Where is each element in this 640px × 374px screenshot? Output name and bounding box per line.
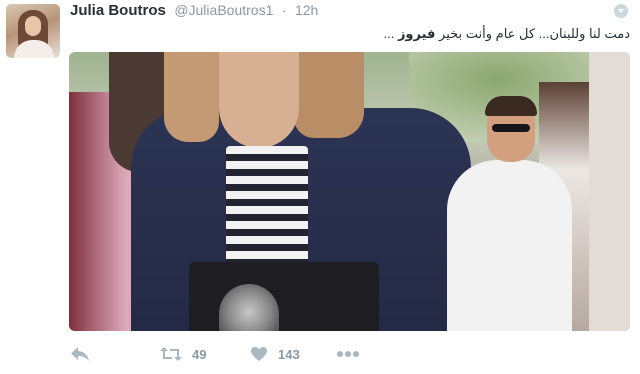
like-button[interactable]: 143 (250, 344, 300, 364)
author-handle[interactable]: @JuliaBoutros1 (174, 2, 273, 18)
reply-button[interactable] (70, 344, 90, 364)
photo-man-hair (485, 96, 537, 116)
tweet-photo[interactable] (69, 52, 630, 331)
tweet-text-end: ... (383, 26, 398, 41)
photo-hair-right (294, 52, 364, 138)
retweet-count: 49 (192, 346, 207, 362)
photo-neck (219, 52, 299, 148)
tweet-menu-caret-icon[interactable] (614, 4, 628, 18)
retweet-icon (160, 347, 182, 361)
tweet-header: Julia Boutros @JuliaBoutros1 · 12h (70, 2, 318, 22)
timestamp[interactable]: 12h (295, 2, 318, 18)
author-name[interactable]: Julia Boutros (70, 2, 166, 19)
tweet-text-plain: دمت لنا وللبنان... كل عام وأنت بخير (435, 26, 630, 41)
header-separator: · (281, 2, 287, 18)
heart-icon (251, 347, 267, 361)
tweet-actions: 49 143 (70, 344, 390, 364)
tweet-text: دمت لنا وللبنان... كل عام وأنت بخير فيرو… (90, 24, 631, 43)
reply-arrow-icon (71, 347, 89, 361)
ellipsis-icon (337, 351, 359, 357)
photo-striped-shirt (226, 146, 308, 274)
photo-sunglasses (492, 124, 530, 132)
avatar-face (25, 16, 41, 36)
retweet-button[interactable]: 49 (160, 344, 206, 364)
more-button[interactable] (336, 344, 360, 364)
photo-right-figure (589, 52, 630, 331)
photo-hair-left (164, 52, 219, 142)
photo-bag (189, 262, 379, 331)
like-count: 143 (278, 346, 300, 362)
tweet-text-bold[interactable]: فيروز (398, 26, 435, 41)
photo-man-shirt (447, 160, 572, 331)
avatar[interactable] (6, 4, 60, 58)
